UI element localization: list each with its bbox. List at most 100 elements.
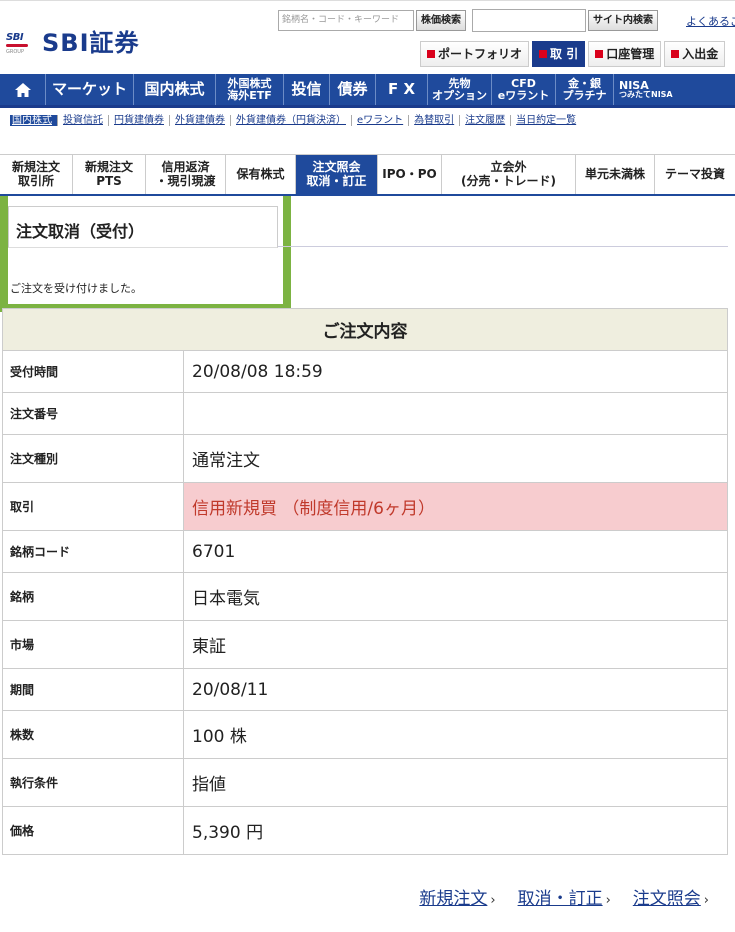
accepted-message: ご注文を受け付けました。: [10, 282, 142, 295]
tab-theme-invest[interactable]: テーマ投資: [655, 154, 735, 194]
chevron-right-icon: ›: [605, 893, 611, 908]
row-label: 株数: [2, 710, 184, 759]
link-group: 注文照会 ›: [633, 884, 709, 909]
tab-label: 取消・訂正: [306, 173, 367, 188]
search-area: 銘柄名・コード・キーワード 株価検索 サイト内検索: [278, 9, 658, 32]
mainnav-label: eワラント: [497, 88, 550, 102]
tab-ipo-po[interactable]: IPO・PO: [378, 154, 442, 194]
row-value: 通常注文: [183, 434, 728, 483]
square-bullet-icon: [671, 49, 680, 58]
mainnav-nisa[interactable]: NISA つみたてNISA: [614, 74, 681, 105]
topnav-account[interactable]: 口座管理: [588, 41, 662, 67]
tab-label: 取引所: [17, 173, 54, 188]
home-icon[interactable]: [0, 74, 46, 105]
footer-links: 新規注文 › 取消・訂正 › 注文照会 ›: [419, 884, 709, 909]
table-row: 市場 東証: [2, 620, 728, 669]
title-divider: [278, 246, 728, 247]
mainnav-label: 海外ETF: [227, 88, 272, 102]
row-label: 銘柄コード: [2, 530, 184, 573]
link-group: 取消・訂正 ›: [518, 884, 611, 909]
topnav-label: 取 引: [550, 47, 579, 61]
tab-odd-lot[interactable]: 単元未満株: [576, 154, 655, 194]
logo-swoosh: [6, 43, 28, 47]
new-order-link[interactable]: 新規注文: [419, 889, 487, 909]
tab-label: 注文照会: [312, 160, 361, 175]
site-search-button[interactable]: サイト内検索: [588, 10, 658, 31]
subnav-yen-bond[interactable]: 円貨建債券: [109, 114, 170, 126]
row-value: 東証: [183, 620, 728, 669]
tab-order-inquiry[interactable]: 注文照会 取消・訂正: [296, 154, 378, 194]
row-value: 5,390 円: [183, 806, 728, 855]
row-value: 100 株: [183, 710, 728, 759]
subnav-foreign-bond-yen[interactable]: 外貨建債券（円貨決済）: [231, 114, 352, 126]
tab-new-order-exchange[interactable]: 新規注文 取引所: [0, 154, 73, 194]
mainnav-label: 金・銀: [568, 76, 601, 90]
site-search-input[interactable]: [472, 9, 586, 32]
row-label: 価格: [2, 806, 184, 855]
chevron-right-icon: ›: [703, 893, 709, 908]
table-row: 注文番号: [2, 392, 728, 435]
mainnav-fund[interactable]: 投信: [284, 74, 330, 105]
mainnav-fx[interactable]: F X: [376, 74, 428, 105]
chevron-right-icon: ›: [490, 893, 496, 908]
topnav-label: 入出金: [682, 47, 719, 61]
tab-new-order-pts[interactable]: 新規注文 PTS: [73, 154, 146, 194]
page-title-box: 注文取消（受付）: [8, 206, 278, 248]
table-row: 取引 信用新規買 （制度信用/6ヶ月）: [2, 482, 728, 531]
house-icon: [14, 82, 31, 97]
order-heading: ご注文内容: [2, 308, 728, 351]
top-nav: ポートフォリオ 取 引 口座管理 入出金: [420, 41, 726, 67]
cancel-modify-link[interactable]: 取消・訂正: [518, 889, 603, 909]
tab-label: 信用返済: [161, 160, 210, 175]
subnav-today-executions[interactable]: 当日約定一覧: [511, 115, 581, 126]
mainnav-bond[interactable]: 債券: [330, 74, 376, 105]
subnav-fund[interactable]: 投資信託: [58, 114, 109, 126]
topnav-portfolio[interactable]: ポートフォリオ: [420, 41, 530, 67]
row-label: 取引: [2, 482, 184, 531]
trade-tabs: 新規注文 取引所 新規注文 PTS 信用返済 ・現引現渡 保有株式 注文照会 取消・訂正…: [0, 154, 735, 196]
topnav-deposit[interactable]: 入出金: [664, 41, 726, 67]
tab-label: 新規注文: [11, 160, 60, 175]
logo-text: SBI証券: [42, 29, 140, 57]
row-label: 注文番号: [2, 392, 184, 435]
mainnav-cfd[interactable]: CFD eワラント: [492, 74, 556, 105]
row-label: 執行条件: [2, 758, 184, 807]
tab-off-floor[interactable]: 立会外 (分売・トレード): [442, 154, 576, 194]
row-value: 20/08/08 18:59: [183, 350, 728, 393]
mainnav-futures[interactable]: 先物 オプション: [428, 74, 492, 105]
row-value: 指値: [183, 758, 728, 807]
faq-link[interactable]: よくあるご: [686, 13, 735, 29]
row-value: [183, 392, 728, 435]
logo-small-text: SBI: [6, 31, 24, 43]
subnav-ewarrant[interactable]: eワラント: [352, 114, 410, 126]
subnav-order-history[interactable]: 注文履歴: [460, 114, 512, 126]
tab-label: PTS: [96, 173, 122, 188]
sbi-group-logo-icon: SBI GROUP: [6, 30, 36, 55]
row-label: 受付時間: [2, 350, 184, 393]
square-bullet-icon: [427, 49, 435, 58]
order-details-table: ご注文内容 受付時間 20/08/08 18:59 注文番号 注文種別 通常注文…: [2, 308, 728, 855]
mainnav-label: プラチナ: [562, 88, 607, 102]
mainnav-market[interactable]: マーケット: [46, 74, 134, 105]
mainnav-domestic-stock[interactable]: 国内株式: [134, 74, 216, 105]
stock-search-input[interactable]: 銘柄名・コード・キーワード: [278, 10, 414, 31]
tab-label: ・現引現渡: [155, 173, 216, 188]
mainnav-foreign-stock[interactable]: 外国株式 海外ETF: [216, 74, 284, 105]
subnav-fx-trade[interactable]: 為替取引: [409, 114, 461, 126]
sbi-logo[interactable]: SBI GROUP SBI証券: [6, 23, 140, 58]
tab-holdings[interactable]: 保有株式: [226, 154, 296, 194]
mainnav-gold[interactable]: 金・銀 プラチナ: [556, 74, 614, 105]
subnav-domestic-stock[interactable]: 国内株式: [10, 114, 58, 126]
tab-label: 立会外: [490, 160, 527, 175]
square-bullet-icon: [539, 49, 548, 58]
stock-search-button[interactable]: 株価検索: [416, 10, 466, 31]
subnav-foreign-bond[interactable]: 外貨建債券: [170, 114, 231, 126]
tab-margin-repay[interactable]: 信用返済 ・現引現渡: [146, 154, 226, 194]
order-inquiry-link[interactable]: 注文照会: [633, 889, 701, 909]
mainnav-label: CFD: [511, 76, 536, 90]
sub-nav: 国内株式 投資信託 円貨建債券 外貨建債券 外貨建債券（円貨決済） eワラント …: [10, 110, 581, 130]
topnav-trade[interactable]: 取 引: [532, 41, 586, 67]
table-row: 価格 5,390 円: [2, 806, 728, 855]
table-row: 注文種別 通常注文: [2, 434, 728, 483]
table-row: 受付時間 20/08/08 18:59: [2, 350, 728, 393]
